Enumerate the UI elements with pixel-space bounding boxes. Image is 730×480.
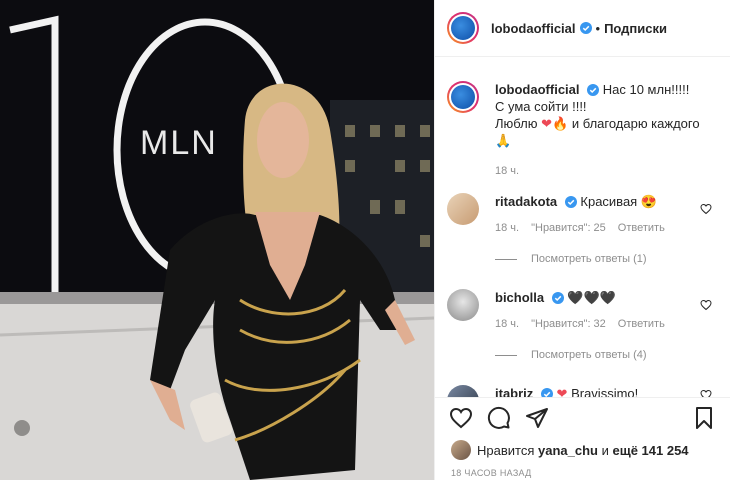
post-caption: lobodaofficial Нас 10 млн!!!!! С ума сой…	[435, 81, 730, 180]
replies-divider	[495, 258, 517, 260]
caption-username[interactable]: lobodaofficial	[495, 82, 580, 97]
comment-text: Красивая	[580, 194, 638, 209]
comments-list[interactable]: lobodaofficial Нас 10 млн!!!!! С ума сой…	[435, 57, 730, 397]
likes-summary: Нравится yana_chu и ещё 141 254	[451, 440, 689, 460]
commenter-username[interactable]: ritadakota	[495, 194, 557, 209]
liker-avatar[interactable]	[451, 440, 471, 460]
caption-line-1: Нас 10 млн!!!!!	[602, 82, 690, 97]
caption-line-2: С ума сойти !!!!	[495, 99, 587, 114]
post-timestamp[interactable]: 18 ЧАСОВ НАЗАД	[451, 468, 532, 478]
liker-username[interactable]: yana_chu	[538, 443, 598, 458]
comment-like-heart-icon[interactable]	[700, 389, 712, 397]
view-replies-button[interactable]: Посмотреть ответы (1)	[531, 253, 647, 265]
following-button[interactable]: Подписки	[604, 21, 667, 36]
red-heart-emoji-icon: ❤	[541, 116, 553, 131]
header-separator: •	[595, 20, 601, 36]
reply-button[interactable]: Ответить	[618, 220, 665, 237]
like-heart-icon[interactable]	[449, 406, 473, 430]
likes-count[interactable]: ещё 141 254	[613, 443, 689, 458]
comment-bubble-icon[interactable]	[487, 406, 511, 430]
caption-line-3-start: Люблю	[495, 116, 538, 131]
comment-likes[interactable]: "Нравится": 25	[531, 220, 606, 237]
caption-line-3-end: и благодарю каждого	[571, 116, 700, 131]
view-replies-button[interactable]: Посмотреть ответы (4)	[531, 349, 647, 361]
commenter-avatar[interactable]	[447, 289, 479, 321]
commenter-username[interactable]: itabriz	[495, 386, 533, 397]
comment-item: bicholla 🖤🖤🖤 18 ч. "Нравится": 32 Ответи…	[435, 289, 730, 361]
share-paper-plane-icon[interactable]	[525, 406, 549, 430]
comment-item: itabriz ❤ Bravissimo!	[435, 385, 730, 397]
caption-author-avatar[interactable]	[447, 81, 479, 113]
caption-time: 18 ч.	[495, 165, 520, 177]
photo-illustration	[0, 0, 434, 480]
author-avatar[interactable]	[447, 12, 479, 44]
comment-time: 18 ч.	[495, 222, 520, 234]
verified-badge-icon	[564, 196, 577, 208]
replies-divider	[495, 354, 517, 356]
comment-time: 18 ч.	[495, 318, 520, 330]
comment-likes[interactable]: "Нравится": 32	[531, 316, 606, 333]
post-details-panel: lobodaofficial • Подписки lobodaofficial…	[434, 0, 730, 480]
fire-emoji-icon: 🔥	[552, 116, 569, 131]
author-username[interactable]: lobodaofficial	[491, 21, 576, 36]
commenter-avatar[interactable]	[447, 385, 479, 397]
commenter-username[interactable]: bicholla	[495, 290, 544, 305]
verified-badge-icon	[540, 388, 553, 397]
post-photo[interactable]: MLN	[0, 0, 434, 480]
black-hearts-emoji-icon: 🖤🖤🖤	[567, 290, 616, 305]
folded-hands-emoji-icon: 🙏	[495, 133, 512, 148]
verified-badge-icon	[587, 84, 600, 96]
save-bookmark-icon[interactable]	[692, 406, 716, 430]
comment-like-heart-icon[interactable]	[700, 203, 712, 215]
post-header: lobodaofficial • Подписки	[435, 0, 730, 57]
likes-prefix: Нравится	[477, 442, 535, 458]
likes-middle: и	[601, 442, 609, 458]
post-view: MLN lobodaofficial • Подписки lobodaoffi…	[0, 0, 730, 480]
commenter-avatar[interactable]	[447, 193, 479, 225]
verified-badge-icon	[551, 292, 564, 304]
comment-text: Bravissimo!	[571, 386, 639, 397]
comment-item: ritadakota Красивая 😍 18 ч. "Нравится": …	[435, 193, 730, 265]
heart-eyes-emoji-icon: 😍	[640, 194, 658, 209]
red-heart-emoji-icon: ❤	[556, 386, 568, 397]
verified-badge-icon	[579, 22, 592, 34]
photo-overlay-text: MLN	[140, 124, 218, 162]
reply-button[interactable]: Ответить	[618, 316, 665, 333]
comment-like-heart-icon[interactable]	[700, 299, 712, 311]
post-actions-bar	[435, 397, 730, 438]
